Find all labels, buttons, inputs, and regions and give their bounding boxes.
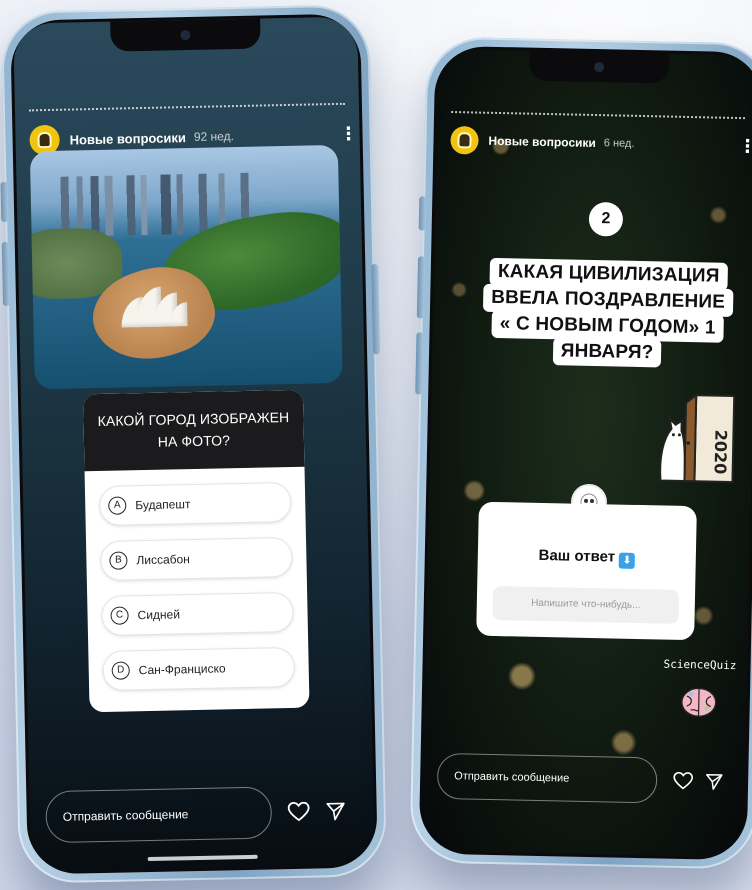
home-indicator: [147, 854, 258, 862]
story-progress-bar: [28, 102, 345, 112]
story-header: Новые вопросики 6 нед. ⋮: [450, 123, 752, 163]
quiz-option-d[interactable]: D Сан-Франциско: [102, 646, 296, 691]
volume-up-button: [416, 256, 426, 319]
notch: [528, 50, 670, 84]
sydney-photo: [29, 144, 343, 390]
story-screen-left[interactable]: Новые вопросики 92 нед. ⋮ КАКОЙ ГОРОД ИЗ…: [13, 16, 375, 872]
volume-up-button: [1, 241, 11, 306]
question-text: КАКАЯ ЦИВИЛИЗАЦИЯ ВВЕЛА ПОЗДРАВЛЕНИЕ « С…: [462, 257, 752, 368]
heart-icon[interactable]: [673, 771, 694, 790]
answer-title: Ваш ответ ⬇: [478, 546, 696, 571]
account-avatar[interactable]: [450, 125, 479, 155]
owl-logo-icon: [37, 131, 52, 149]
opera-house: [114, 266, 195, 328]
down-arrow-icon: ⬇: [618, 552, 636, 569]
story-screen-right[interactable]: Новые вопросики 6 нед. ⋮ 2 КАКАЯ ЦИВИЛИЗ…: [421, 48, 752, 858]
reply-placeholder: Отправить сообщение: [62, 807, 189, 824]
account-name[interactable]: Новые вопросики: [69, 130, 186, 147]
question-sticker: Ваш ответ ⬇ Напишите что-нибудь...: [476, 501, 697, 641]
answer-title-text: Ваш ответ: [538, 546, 616, 566]
sticker-year: 2020: [711, 430, 731, 475]
reply-placeholder: Отправить сообщение: [454, 770, 570, 785]
reply-input[interactable]: Отправить сообщение: [45, 786, 273, 844]
brand-label: ScienceQuiz: [663, 657, 737, 673]
question-line: ЯНВАРЯ?: [552, 337, 662, 368]
answer-input[interactable]: Напишите что-нибудь...: [492, 585, 680, 624]
quiz-sticker: КАКОЙ ГОРОД ИЗОБРАЖЕН НА ФОТО? A Будапеш…: [82, 389, 310, 713]
account-name[interactable]: Новые вопросики: [488, 134, 596, 150]
quiz-question: КАКОЙ ГОРОД ИЗОБРАЖЕН НА ФОТО?: [82, 389, 305, 472]
phone-left: Новые вопросики 92 нед. ⋮ КАКОЙ ГОРОД ИЗ…: [0, 4, 388, 884]
post-time: 92 нед.: [193, 129, 235, 144]
send-icon[interactable]: [705, 772, 723, 790]
brain-icon: [681, 687, 717, 718]
cat-door-sticker: 2020: [659, 393, 736, 483]
option-letter: D: [111, 661, 130, 680]
mute-switch: [0, 181, 9, 222]
mute-switch: [418, 196, 427, 231]
option-letter: A: [108, 496, 127, 515]
option-label: Сидней: [137, 607, 181, 623]
phone-right: Новые вопросики 6 нед. ⋮ 2 КАКАЯ ЦИВИЛИЗ…: [409, 36, 752, 870]
post-time: 6 нед.: [603, 137, 635, 150]
front-camera: [180, 29, 191, 41]
volume-down-button: [415, 332, 424, 395]
story-progress-bar: [451, 110, 746, 120]
send-icon[interactable]: [326, 801, 346, 821]
option-label: Лиссабон: [136, 552, 190, 568]
reply-input[interactable]: Отправить сообщение: [436, 752, 658, 804]
more-options-icon[interactable]: ⋮: [339, 124, 357, 144]
quiz-option-a[interactable]: A Будапешт: [98, 481, 292, 526]
heart-icon[interactable]: [287, 801, 310, 822]
option-label: Будапешт: [135, 497, 191, 513]
more-options-icon[interactable]: ⋮: [738, 136, 752, 156]
front-camera: [593, 61, 605, 73]
option-letter: B: [109, 551, 128, 570]
quiz-option-b[interactable]: B Лиссабон: [100, 536, 293, 581]
owl-logo-icon: [457, 132, 472, 149]
option-letter: C: [110, 606, 129, 625]
notch: [110, 18, 261, 52]
question-number-badge: 2: [588, 201, 624, 237]
quiz-option-c[interactable]: C Сидней: [101, 591, 294, 636]
option-label: Сан-Франциско: [138, 661, 226, 678]
